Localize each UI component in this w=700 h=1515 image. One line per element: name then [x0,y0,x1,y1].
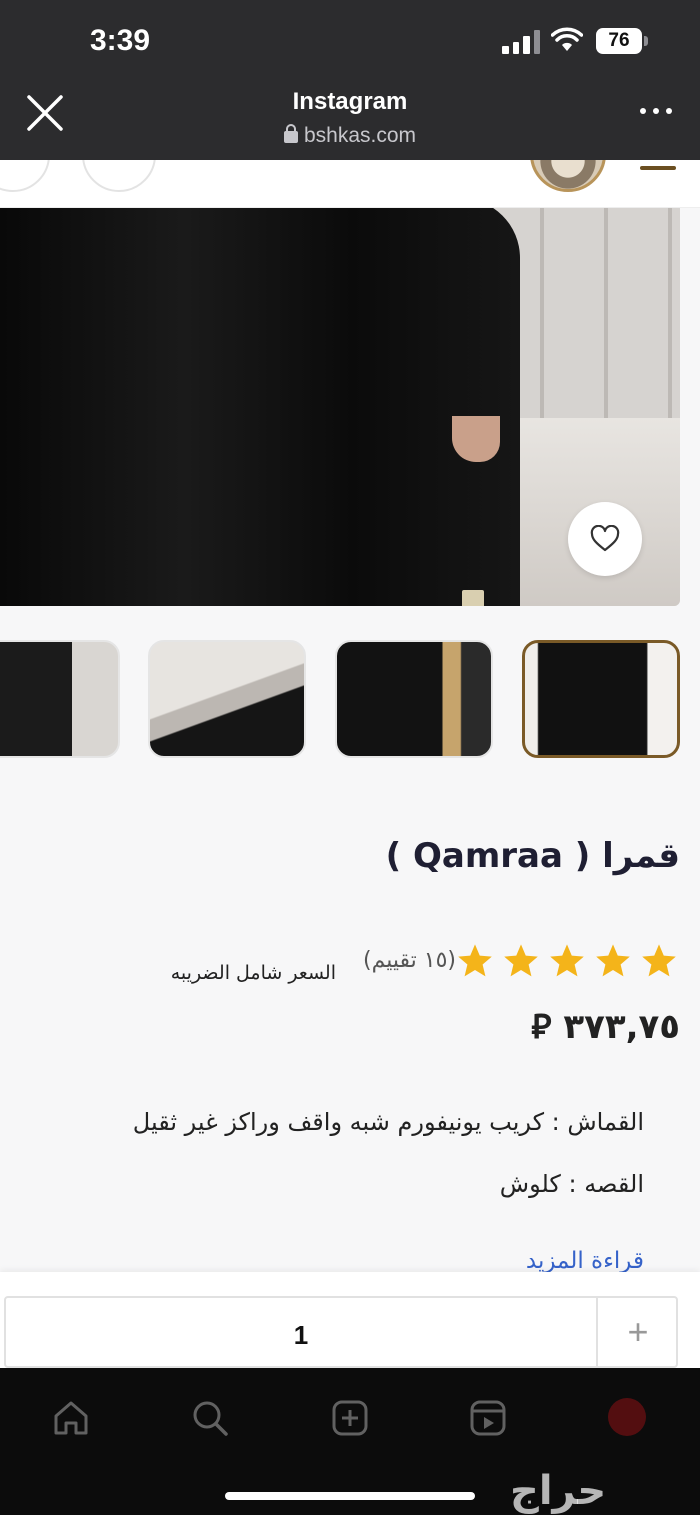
tax-note: السعر شامل الضريبه [170,962,336,984]
read-more-link[interactable]: قراءة المزيد [526,1248,644,1274]
browser-url: bshkas.com [0,124,700,148]
home-indicator [225,1492,475,1500]
home-icon[interactable] [51,1398,91,1438]
description-cut: القصه : كلوش [499,1170,644,1198]
cart-icon[interactable] [0,160,50,192]
product-thumbnail[interactable] [0,640,120,758]
garment-tag [462,590,484,606]
lock-icon [283,124,298,143]
star-icon [504,944,538,977]
product-thumbnail-selected[interactable] [522,640,680,758]
wifi-icon [551,27,583,51]
product-thumbnail[interactable] [148,640,306,758]
cellular-signal-icon [502,30,540,54]
reels-icon[interactable] [468,1398,508,1438]
account-icon[interactable] [82,160,156,192]
abaya-dress [0,208,520,606]
site-header [0,160,700,208]
more-options-icon[interactable] [640,108,672,116]
search-icon[interactable] [190,1398,230,1438]
star-icon [596,944,630,977]
wishlist-button[interactable] [568,502,642,576]
increase-quantity-button[interactable]: + [598,1298,678,1366]
star-icon [642,944,676,977]
product-title: قمرا ( Qamraa ) [385,836,680,876]
heart-icon [590,525,620,552]
quantity-bar: 1 + [0,1272,700,1368]
battery-tip [644,36,648,46]
model-hand [452,416,500,462]
rating-count[interactable]: (١٥ تقييم) [363,948,456,973]
quantity-stepper: 1 + [4,1296,678,1368]
store-logo[interactable] [530,160,606,192]
haraj-watermark: حراج [510,1468,607,1514]
browser-title: Instagram [292,88,408,115]
screen: 3:39 76 Instagram bshkas.com قمرا (Qamr… [0,0,700,1515]
profile-avatar-icon[interactable] [608,1398,648,1438]
menu-icon[interactable] [640,166,676,170]
product-price: ٣٧٣,٧٥ ⃁ [531,1007,680,1047]
browser-url-text: bshkas.com [303,124,417,147]
quantity-value[interactable]: 1 [6,1320,596,1351]
create-post-icon[interactable] [330,1398,370,1438]
description-fabric: القماش : كريب يونيفورم شبه واقف وراكز غي… [132,1108,644,1136]
status-time: 3:39 [90,24,151,57]
star-icon [550,944,584,977]
rating-stars [456,942,678,980]
instagram-bottom-nav: حراج [0,1368,700,1515]
browser-header: 3:39 76 Instagram bshkas.com [0,0,700,160]
product-thumbnail[interactable] [335,640,493,758]
battery-level: 76 [596,28,642,54]
star-icon [458,944,492,977]
